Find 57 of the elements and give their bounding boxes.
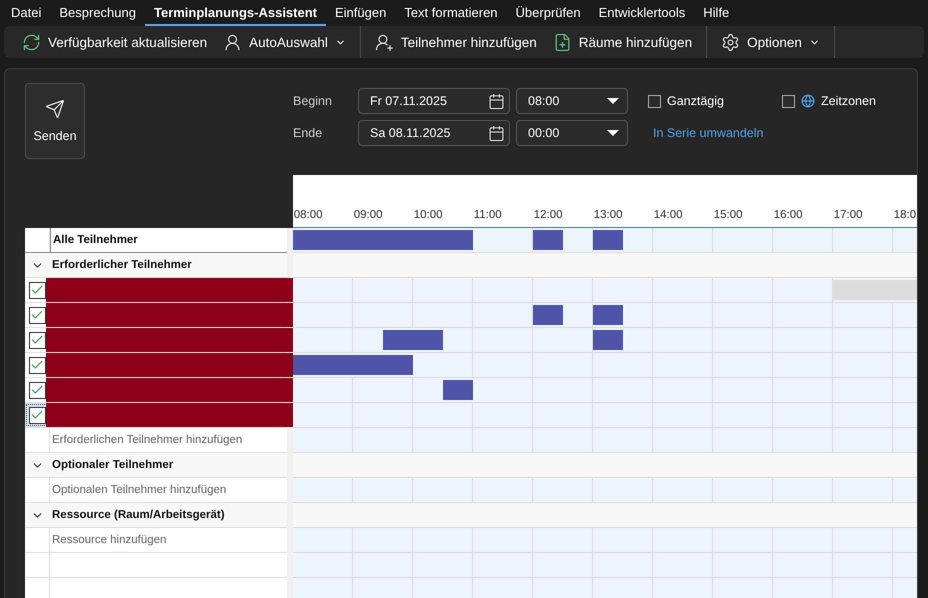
attendee-checkbox[interactable] [28, 382, 46, 398]
menu-tab[interactable]: Entwicklertools [590, 0, 694, 26]
calendar-icon [488, 92, 505, 110]
hour-label: 14:00 [652, 209, 684, 221]
menu-tab[interactable]: Überprüfen [506, 0, 590, 26]
hour-label: 11:00 [472, 209, 503, 221]
hour-label: 16:00 [772, 209, 804, 221]
add-attendee-field[interactable]: Optionalen Teilnehmer hinzufügen [50, 478, 287, 502]
globe-icon [801, 94, 815, 108]
send-icon [45, 99, 65, 119]
group-header: Optionaler Teilnehmer [51, 458, 174, 473]
all-day-checkbox[interactable]: Ganztägig [648, 94, 762, 108]
add-attendee-field[interactable]: Erforderlichen Teilnehmer hinzufügen [50, 428, 287, 452]
add-user-icon [374, 32, 394, 52]
toolbar-button[interactable]: Räume hinzufügen [546, 26, 698, 58]
dropdown-arrow-icon [607, 130, 619, 136]
dropdown-arrow-icon [607, 98, 619, 104]
hour-label: 13:00 [592, 209, 624, 221]
attendee-checkbox[interactable] [28, 306, 46, 324]
refresh-icon [22, 32, 41, 52]
hour-label: 08:00 [292, 209, 324, 221]
date-field[interactable]: Fr 07.11.2025 [358, 88, 510, 114]
group-header: Ressource (Raum/Arbeitsgerät) [51, 508, 226, 523]
recurrence-link[interactable]: In Serie umwandeln [648, 126, 762, 140]
send-button[interactable]: Senden [25, 83, 85, 159]
add-page-icon [552, 32, 572, 52]
menu-tab[interactable]: Text formatieren [395, 0, 507, 26]
end-label: Ende [293, 126, 324, 140]
hour-label: 10:00 [412, 209, 444, 221]
attendee-checkbox[interactable] [28, 406, 46, 424]
menu-tab[interactable]: Einfügen [326, 0, 396, 26]
add-attendee-field[interactable]: Ressource hinzufügen [50, 528, 287, 552]
hour-label: 15:00 [712, 209, 744, 221]
time-dropdown[interactable]: 00:00 [516, 120, 628, 146]
group-header: Erforderlicher Teilnehmer [51, 258, 193, 273]
start-label: Beginn [293, 94, 333, 108]
hour-label: 09:00 [352, 209, 384, 221]
menu-tab[interactable]: Hilfe [694, 0, 738, 26]
menu-tab[interactable]: Besprechung [50, 0, 145, 26]
time-zones-checkbox[interactable]: Zeitzonen [782, 94, 876, 108]
settings-icon [721, 32, 740, 52]
dropdown-button[interactable]: Optionen [715, 26, 826, 58]
calendar-icon [488, 124, 505, 142]
all-attendees-label: Alle Teilnehmer [50, 228, 287, 252]
hour-label: 12:00 [532, 209, 564, 221]
toolbar-button[interactable]: Teilnehmer hinzufügen [368, 26, 543, 58]
menu-tab[interactable]: Datei [2, 0, 50, 26]
attendee-checkbox[interactable] [28, 282, 46, 298]
hour-label: 17:00 [832, 209, 864, 221]
dropdown-button[interactable]: AutoAuswahl [217, 26, 352, 58]
attendee-checkbox[interactable] [28, 332, 46, 348]
hour-label: 18:0 [892, 209, 917, 221]
time-dropdown[interactable]: 08:00 [516, 88, 628, 114]
date-field[interactable]: Sa 08.11.2025 [358, 120, 510, 146]
user-icon [223, 32, 242, 52]
toolbar-button[interactable]: Verfügbarkeit aktualisieren [16, 26, 214, 58]
attendee-checkbox[interactable] [28, 356, 46, 374]
